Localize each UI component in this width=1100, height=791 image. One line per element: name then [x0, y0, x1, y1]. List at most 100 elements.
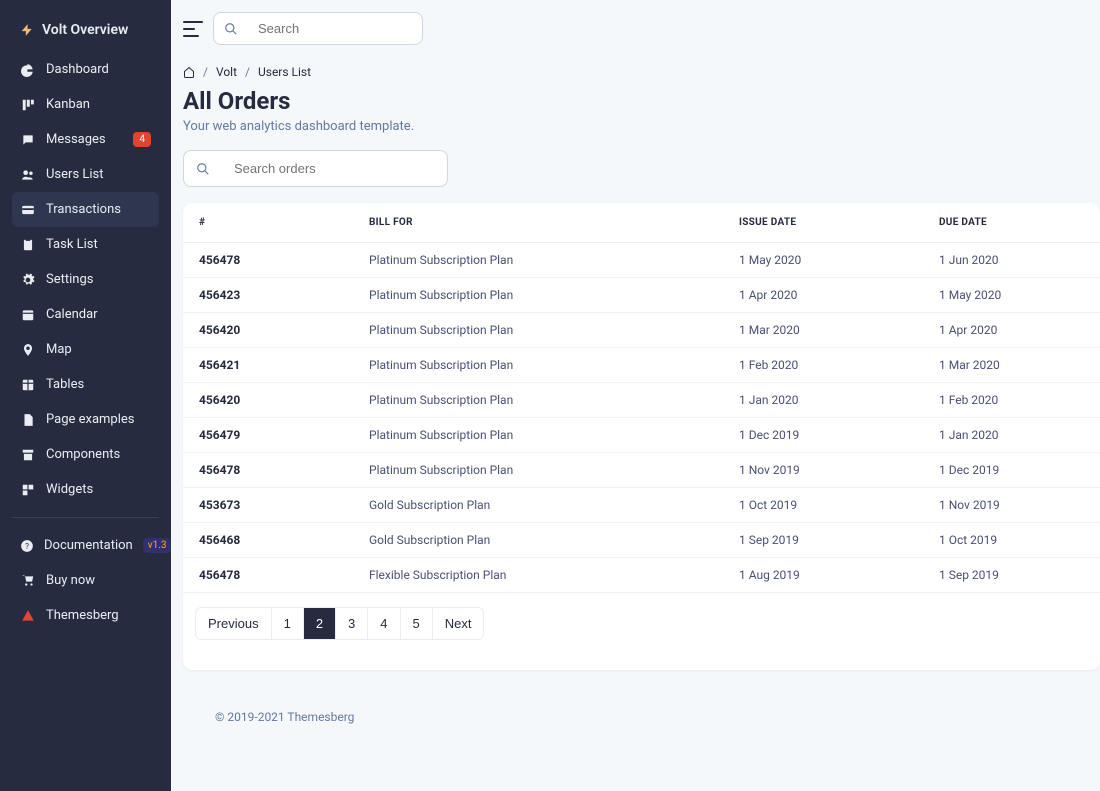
cell-bill-for: Gold Subscription Plan — [353, 488, 723, 523]
cell-issue-date: 1 Feb 2020 — [723, 348, 923, 383]
sidebar-item-components[interactable]: Components — [12, 437, 159, 472]
table-row[interactable]: 456478Flexible Subscription Plan1 Aug 20… — [183, 558, 1100, 593]
sidebar-item-label: Map — [46, 342, 72, 357]
sidebar-item-label: Buy now — [46, 573, 95, 588]
breadcrumb-sep: / — [245, 65, 250, 79]
cell-bill-for: Flexible Subscription Plan — [353, 558, 723, 593]
archive-icon — [20, 448, 36, 462]
table-row[interactable]: 456421Platinum Subscription Plan1 Feb 20… — [183, 348, 1100, 383]
cell-id: 453673 — [183, 488, 353, 523]
chart-pie-icon — [20, 63, 36, 77]
clipboard-icon — [20, 238, 36, 252]
breadcrumb-sep: / — [203, 65, 208, 79]
cell-issue-date: 1 Oct 2019 — [723, 488, 923, 523]
sidebar-item-transactions[interactable]: Transactions — [12, 192, 159, 227]
table-row[interactable]: 456468Gold Subscription Plan1 Sep 20191 … — [183, 523, 1100, 558]
cell-id: 456420 — [183, 383, 353, 418]
sidebar-item-label: Users List — [46, 167, 104, 182]
sidebar-item-label: Kanban — [46, 97, 90, 112]
cell-issue-date: 1 Mar 2020 — [723, 313, 923, 348]
themesberg-icon — [20, 609, 36, 623]
sidebar-item-page-examples[interactable]: Page examples — [12, 402, 159, 437]
search-icon — [184, 152, 222, 186]
sidebar-item-task-list[interactable]: Task List — [12, 227, 159, 262]
table-row[interactable]: 456478Platinum Subscription Plan1 Nov 20… — [183, 453, 1100, 488]
orders-search-input[interactable] — [222, 151, 447, 186]
pagination-page-2[interactable]: 2 — [304, 607, 336, 640]
cell-id: 456423 — [183, 278, 353, 313]
pagination-page-3[interactable]: 3 — [336, 607, 368, 640]
cell-issue-date: 1 Jan 2020 — [723, 383, 923, 418]
table-row[interactable]: 453673Gold Subscription Plan1 Oct 20191 … — [183, 488, 1100, 523]
cell-due-date: 1 Dec 2019 — [923, 453, 1100, 488]
sidebar-item-label: Calendar — [46, 307, 98, 322]
cell-bill-for: Platinum Subscription Plan — [353, 453, 723, 488]
cell-due-date: 1 Sep 2019 — [923, 558, 1100, 593]
cell-bill-for: Platinum Subscription Plan — [353, 348, 723, 383]
cell-bill-for: Platinum Subscription Plan — [353, 278, 723, 313]
users-icon — [20, 168, 36, 182]
sidebar-item-widgets[interactable]: Widgets — [12, 472, 159, 507]
cell-due-date: 1 Jun 2020 — [923, 243, 1100, 278]
sidebar-item-calendar[interactable]: Calendar — [12, 297, 159, 332]
brand-label: Volt Overview — [42, 22, 128, 38]
cell-bill-for: Platinum Subscription Plan — [353, 418, 723, 453]
table-row[interactable]: 456479Platinum Subscription Plan1 Dec 20… — [183, 418, 1100, 453]
svg-text:?: ? — [25, 540, 29, 550]
cell-due-date: 1 Feb 2020 — [923, 383, 1100, 418]
sidebar-item-messages[interactable]: Messages 4 — [12, 122, 159, 157]
sidebar-item-label: Task List — [46, 237, 98, 252]
topbar — [183, 12, 1100, 45]
cell-id: 456478 — [183, 558, 353, 593]
cell-due-date: 1 Apr 2020 — [923, 313, 1100, 348]
bolt-icon — [20, 23, 34, 37]
hamburger-toggle[interactable] — [183, 21, 203, 37]
sidebar-item-label: Documentation — [44, 538, 133, 553]
credit-card-icon — [20, 203, 36, 217]
orders-card: # BILL FOR ISSUE DATE DUE DATE 456478Pla… — [183, 203, 1100, 670]
cell-issue-date: 1 Apr 2020 — [723, 278, 923, 313]
location-icon — [20, 343, 36, 357]
sidebar-item-label: Page examples — [46, 412, 135, 427]
pagination-page-4[interactable]: 4 — [368, 607, 400, 640]
col-due-date: DUE DATE — [923, 203, 1100, 243]
table-row[interactable]: 456423Platinum Subscription Plan1 Apr 20… — [183, 278, 1100, 313]
main-content: / Volt / Users List All Orders Your web … — [171, 0, 1100, 791]
pagination-page-5[interactable]: 5 — [401, 607, 433, 640]
cart-icon — [20, 574, 36, 588]
sidebar-item-settings[interactable]: Settings — [12, 262, 159, 297]
pagination-next[interactable]: Next — [433, 607, 485, 640]
sidebar-item-map[interactable]: Map — [12, 332, 159, 367]
version-badge: v1.3 — [143, 538, 172, 553]
sidebar-item-label: Themesberg — [46, 608, 119, 623]
global-search — [213, 12, 423, 45]
sidebar-item-buy-now[interactable]: Buy now — [12, 563, 159, 598]
home-icon[interactable] — [183, 66, 195, 78]
table-row[interactable]: 456420Platinum Subscription Plan1 Jan 20… — [183, 383, 1100, 418]
brand-link[interactable]: Volt Overview — [12, 16, 159, 44]
pagination-previous[interactable]: Previous — [195, 607, 272, 640]
sidebar-item-label: Settings — [46, 272, 93, 287]
sidebar-item-tables[interactable]: Tables — [12, 367, 159, 402]
sidebar-item-themesberg[interactable]: Themesberg — [12, 598, 159, 633]
page-title: All Orders — [183, 87, 1100, 115]
sidebar-item-kanban[interactable]: Kanban — [12, 87, 159, 122]
col-issue-date: ISSUE DATE — [723, 203, 923, 243]
cell-issue-date: 1 Sep 2019 — [723, 523, 923, 558]
sidebar: Volt Overview Dashboard Kanban Messages … — [0, 0, 171, 791]
inbox-icon — [20, 133, 36, 147]
cell-issue-date: 1 Aug 2019 — [723, 558, 923, 593]
orders-search — [183, 150, 448, 187]
table-row[interactable]: 456420Platinum Subscription Plan1 Mar 20… — [183, 313, 1100, 348]
search-input[interactable] — [248, 13, 423, 44]
sidebar-item-documentation[interactable]: ? Documentation v1.3 — [12, 528, 159, 563]
pagination-page-1[interactable]: 1 — [272, 607, 304, 640]
sidebar-item-users-list[interactable]: Users List — [12, 157, 159, 192]
sidebar-item-dashboard[interactable]: Dashboard — [12, 52, 159, 87]
cell-id: 456478 — [183, 453, 353, 488]
gear-icon — [20, 273, 36, 287]
messages-badge: 4 — [133, 132, 151, 147]
table-icon — [20, 378, 36, 392]
breadcrumb-volt[interactable]: Volt — [216, 65, 237, 79]
table-row[interactable]: 456478Platinum Subscription Plan1 May 20… — [183, 243, 1100, 278]
